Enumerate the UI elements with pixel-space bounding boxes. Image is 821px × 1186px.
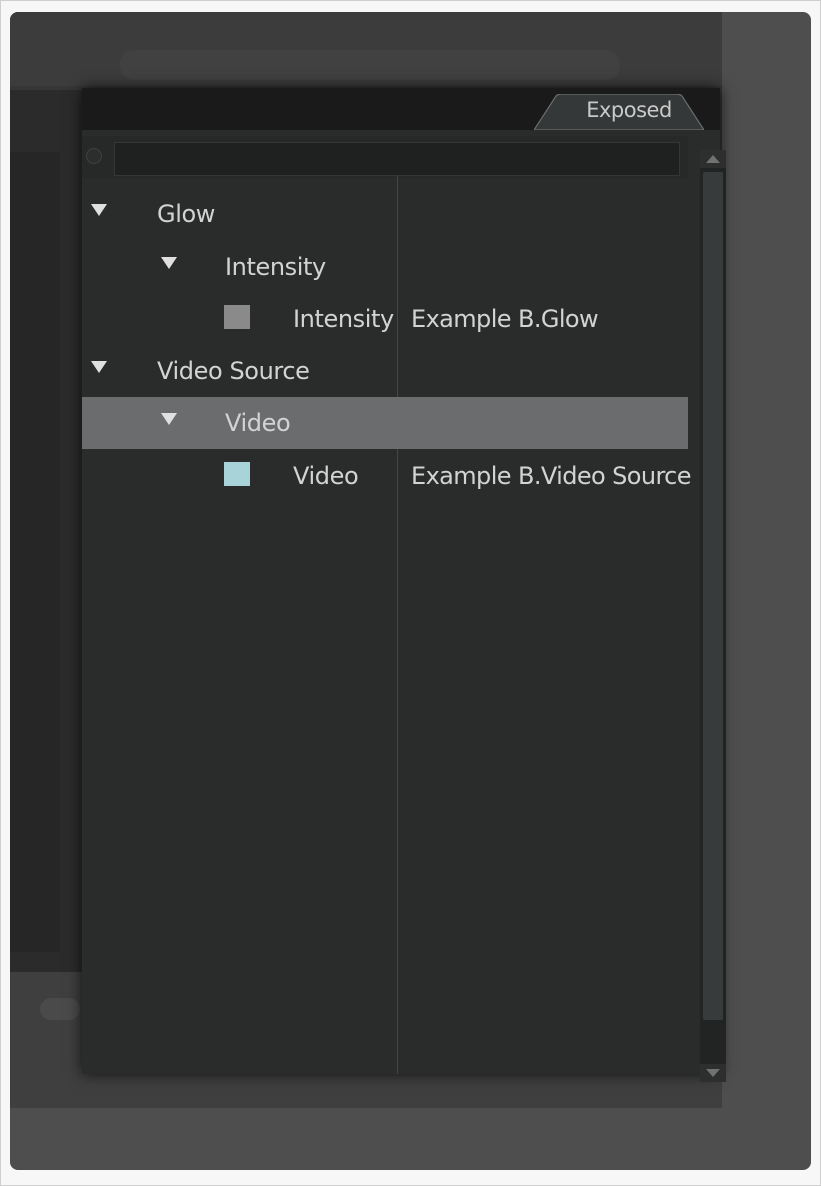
tree-row-label: Glow (157, 200, 215, 228)
filter-input[interactable] (114, 142, 680, 176)
exposed-parameters-panel: Exposed Glow Intensity Intensity Example… (82, 88, 726, 1082)
tree-row-label: Video (225, 409, 291, 437)
parameter-color-swatch (224, 462, 250, 486)
tree-row-label: Video Source (157, 357, 310, 385)
screenshot-area: Exposed Glow Intensity Intensity Example… (10, 12, 811, 1170)
filter-bar (82, 136, 688, 178)
filter-toggle-radio[interactable] (86, 148, 102, 164)
background-left-inner-pane (10, 152, 60, 952)
tree-row-video-source[interactable]: Video Source (82, 345, 688, 397)
parameter-color-swatch (224, 305, 250, 329)
tree-row-label: Intensity (225, 253, 326, 281)
tree-row-video-parameter[interactable]: Video Example B.Video Source (82, 450, 692, 502)
scroll-up-arrow-icon[interactable] (700, 150, 726, 168)
expand-triangle-icon[interactable] (161, 413, 177, 425)
expand-triangle-icon[interactable] (161, 257, 177, 269)
tree-row-intensity-group[interactable]: Intensity (82, 241, 688, 293)
tab-exposed[interactable]: Exposed (534, 94, 704, 130)
expand-triangle-icon[interactable] (91, 204, 107, 216)
tree-row-video-group[interactable]: Video (82, 397, 688, 449)
tab-exposed-label: Exposed (586, 98, 672, 122)
expand-triangle-icon[interactable] (91, 361, 107, 373)
panel-header: Exposed (82, 88, 720, 130)
tree-row-intensity-parameter[interactable]: Intensity Example B.Glow (82, 293, 688, 345)
tree-row-label: Video (293, 462, 359, 490)
tree-row-target: Example B.Glow (411, 305, 599, 333)
background-pill (40, 998, 80, 1020)
vertical-scrollbar[interactable] (700, 150, 726, 1082)
tree-row-glow[interactable]: Glow (82, 188, 688, 240)
tree-row-label: Intensity (293, 305, 394, 333)
scroll-down-arrow-icon[interactable] (700, 1064, 726, 1082)
tree-row-target: Example B.Video Source (411, 462, 692, 490)
background-toolbar (120, 50, 620, 80)
scroll-thumb[interactable] (703, 172, 723, 1020)
